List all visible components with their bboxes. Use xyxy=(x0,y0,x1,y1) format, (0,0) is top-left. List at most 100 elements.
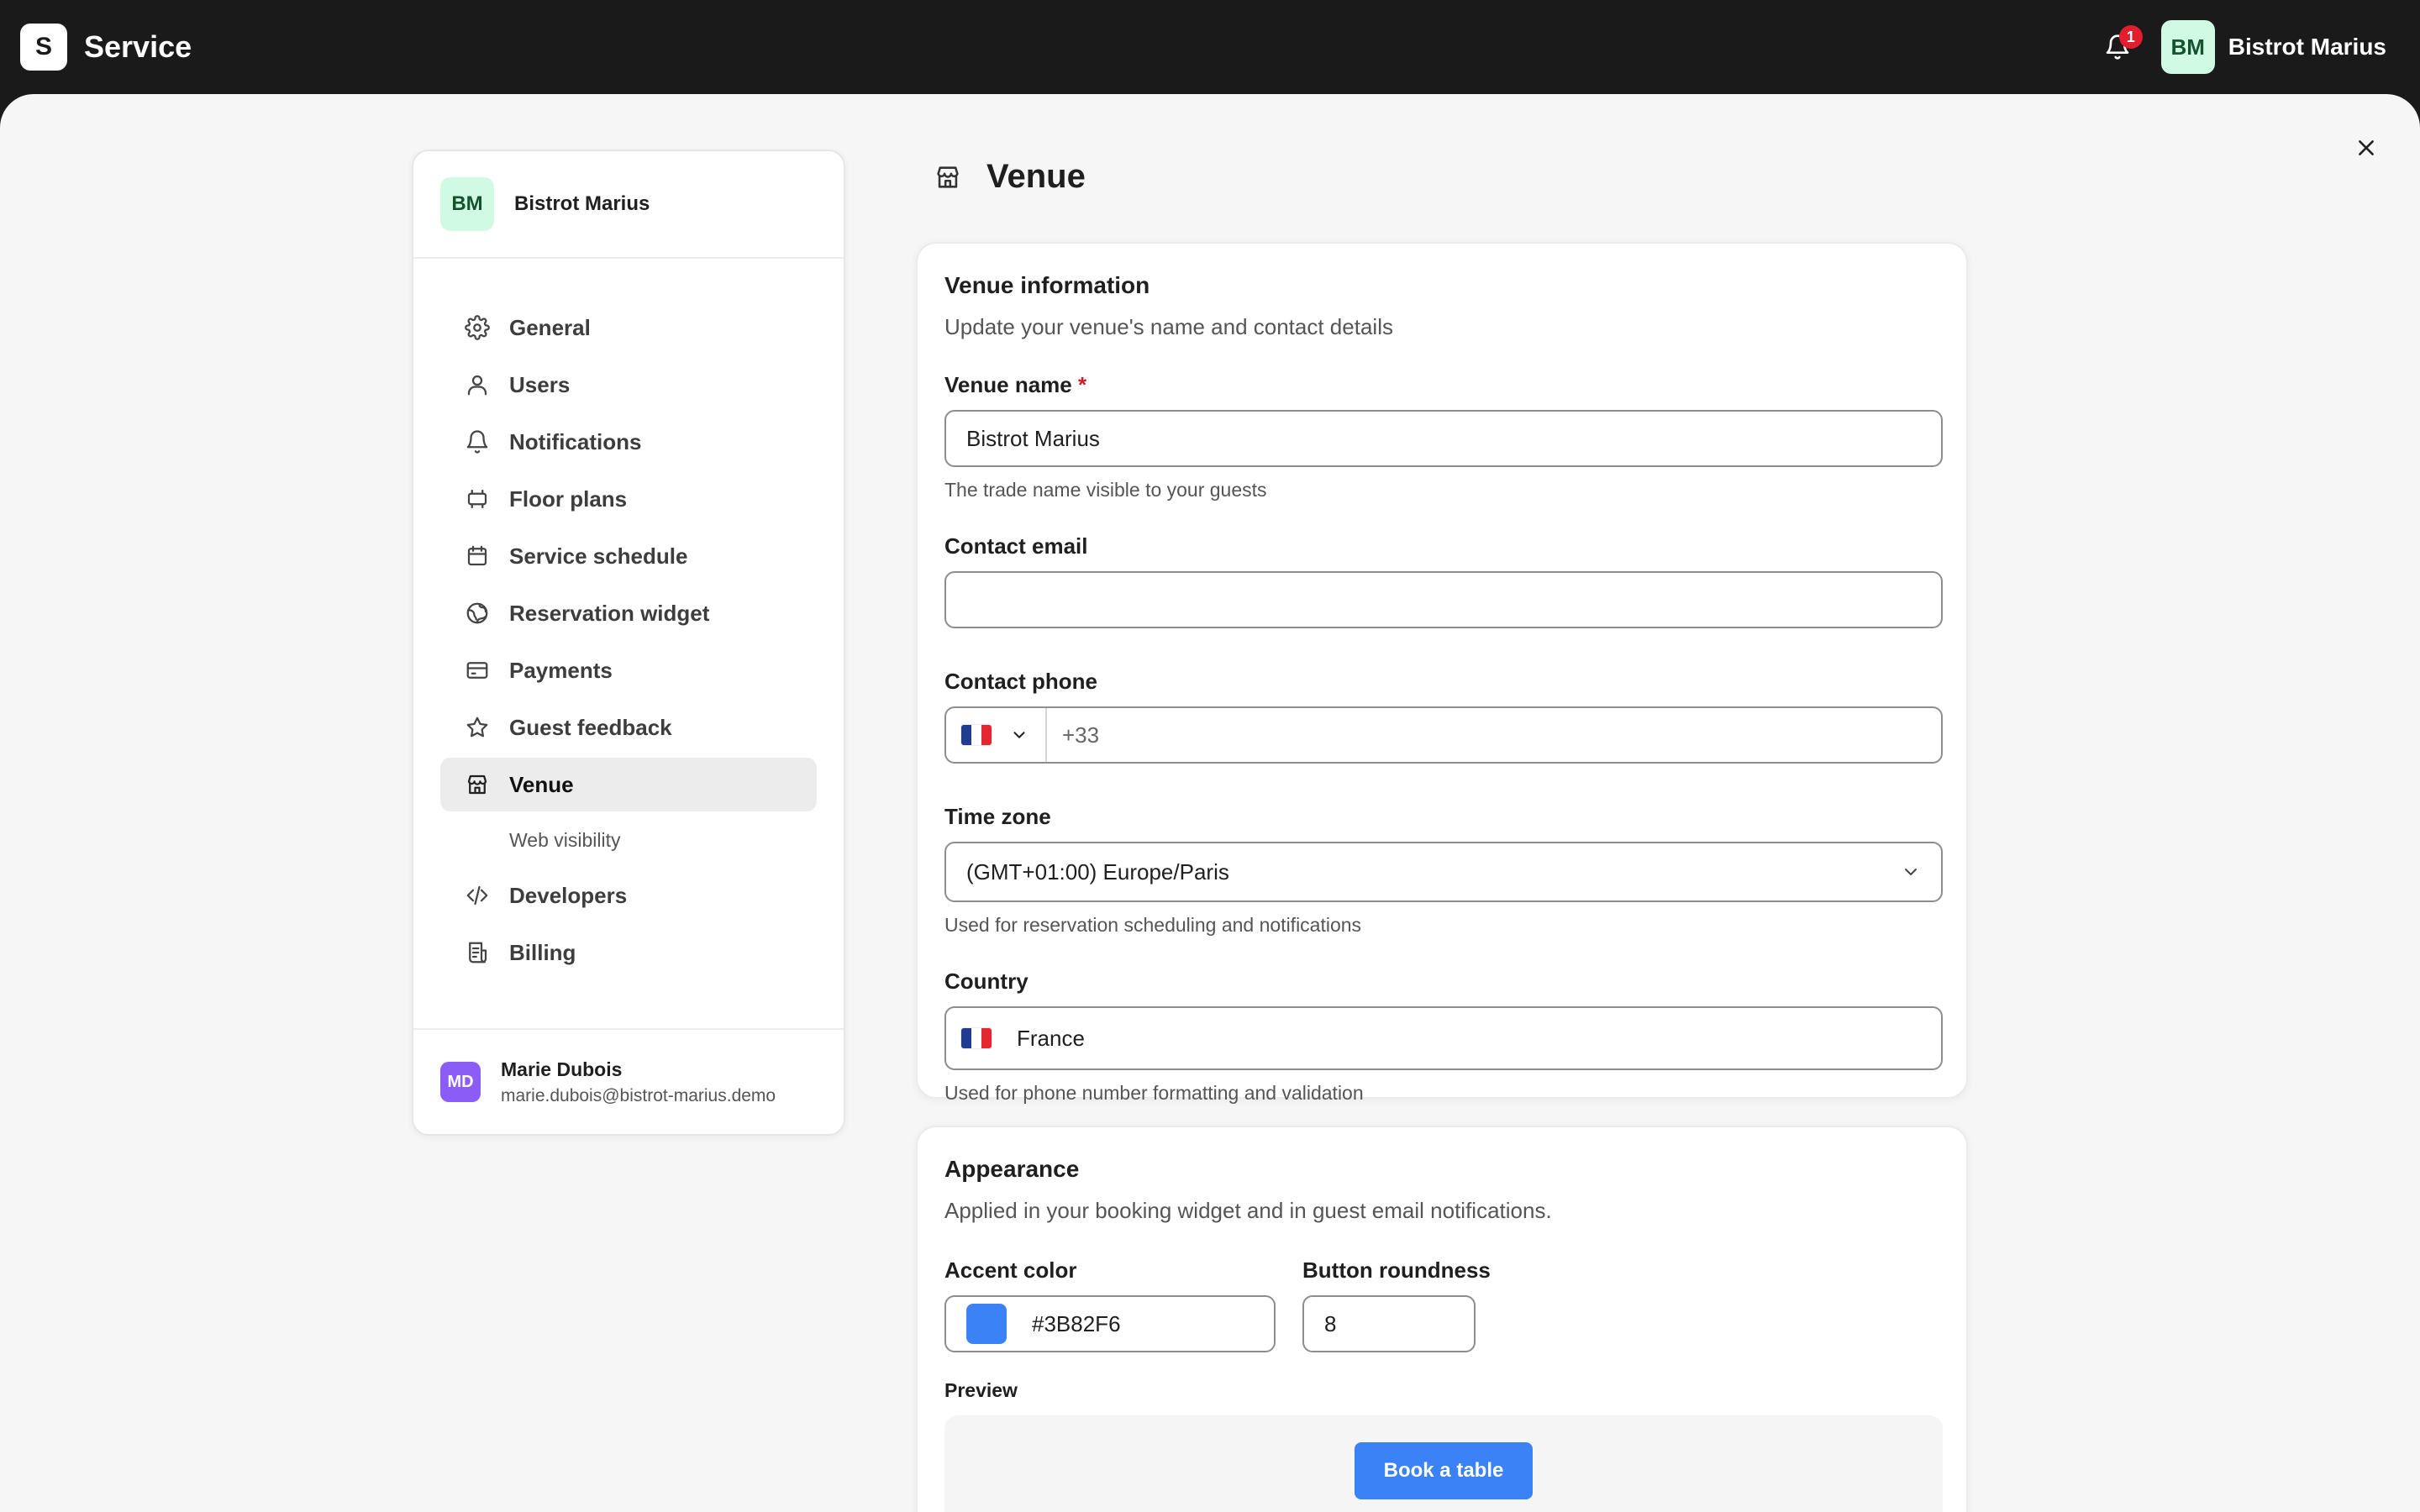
venue-name-field-group: Venue name * Bistrot Marius The trade na… xyxy=(944,372,1943,501)
venue-name-label-text: Venue name xyxy=(944,372,1072,397)
sidebar-item-service-schedule[interactable]: Service schedule xyxy=(440,529,817,583)
sidebar-item-reservation-widget[interactable]: Reservation widget xyxy=(440,586,817,640)
store-icon xyxy=(464,771,491,798)
top-bar: S Service 1 BM Bistrot Marius xyxy=(0,0,2420,94)
sidebar-item-general[interactable]: General xyxy=(440,301,817,354)
app-name: Service xyxy=(84,29,192,64)
required-mark: * xyxy=(1077,372,1087,397)
country-help: Used for phone number formatting and val… xyxy=(944,1082,1364,1104)
card-subtitle: Update your venue's name and contact det… xyxy=(944,314,1393,339)
phone-country-selector[interactable] xyxy=(961,708,1047,762)
settings-sidebar: BM Bistrot Marius General Users Notifica… xyxy=(412,150,845,1136)
book-a-table-button[interactable]: Book a table xyxy=(1355,1442,1533,1499)
user-name: Marie Dubois xyxy=(501,1058,623,1080)
close-icon xyxy=(2355,137,2377,159)
country-field-group: Country France Used for phone number for… xyxy=(944,969,1943,1105)
page-title: Venue xyxy=(986,158,1086,195)
sidebar-header: BM Bistrot Marius xyxy=(413,151,844,259)
app-logo[interactable]: S xyxy=(20,24,67,71)
topbar-right: 1 BM Bistrot Marius xyxy=(2094,20,2386,74)
sidebar-item-floor-plans[interactable]: Floor plans xyxy=(440,472,817,526)
accent-color-input[interactable]: #3B82F6 xyxy=(944,1295,1276,1352)
notifications-button[interactable]: 1 xyxy=(2094,24,2143,71)
contact-phone-field-group: Contact phone +33 xyxy=(944,669,1943,764)
settings-sheet: BM Bistrot Marius General Users Notifica… xyxy=(0,94,2420,1512)
venue-information-card: Venue information Update your venue's na… xyxy=(916,242,1968,1104)
time-zone-help: Used for reservation scheduling and noti… xyxy=(944,914,1362,936)
sidebar-item-label: Developers xyxy=(509,882,628,908)
france-flag-icon xyxy=(961,725,992,745)
calendar-icon xyxy=(464,543,491,570)
venue-name-value: Bistrot Marius xyxy=(966,425,1100,451)
floor-plan-icon xyxy=(464,486,491,512)
button-roundness-label: Button roundness xyxy=(1302,1257,1491,1283)
sidebar-item-label: Users xyxy=(509,371,571,397)
sidebar-item-label: Notifications xyxy=(509,428,642,454)
sidebar-item-label: Payments xyxy=(509,657,613,683)
star-icon xyxy=(464,714,491,741)
close-button[interactable] xyxy=(2346,128,2386,168)
button-roundness-value: 8 xyxy=(1324,1310,1337,1336)
appearance-card: Appearance Applied in your booking widge… xyxy=(916,1126,1968,1512)
sidebar-venue-name: Bistrot Marius xyxy=(514,192,650,215)
globe-icon xyxy=(464,600,491,627)
button-roundness-input[interactable]: 8 xyxy=(1302,1295,1476,1352)
accent-color-value: #3B82F6 xyxy=(1032,1310,1121,1336)
venue-name-label: Venue name * xyxy=(944,372,1939,398)
card-subtitle: Applied in your booking widget and in gu… xyxy=(944,1198,1552,1223)
user-email: marie.dubois@bistrot-marius.demo xyxy=(501,1085,776,1105)
code-icon xyxy=(464,882,491,909)
accent-color-label: Accent color xyxy=(944,1257,1077,1283)
sidebar-item-developers[interactable]: Developers xyxy=(440,869,817,922)
time-zone-label: Time zone xyxy=(944,804,1051,829)
country-select[interactable]: France xyxy=(944,1006,1943,1070)
notification-count-badge: 1 xyxy=(2118,25,2143,49)
sidebar-item-venue[interactable]: Venue xyxy=(440,758,817,811)
page-header: Venue xyxy=(931,158,1086,196)
time-zone-select[interactable]: (GMT+01:00) Europe/Paris xyxy=(944,842,1943,902)
preview-box: Book a table xyxy=(944,1415,1943,1512)
contact-email-label: Contact email xyxy=(944,533,1088,559)
time-zone-value: (GMT+01:00) Europe/Paris xyxy=(966,858,1229,885)
sidebar-item-users[interactable]: Users xyxy=(440,358,817,412)
receipt-icon xyxy=(464,939,491,966)
store-icon xyxy=(931,160,965,194)
accent-color-swatch[interactable] xyxy=(966,1304,1007,1344)
user-info: Marie Dubois marie.dubois@bistrot-marius… xyxy=(501,1058,776,1106)
contact-email-input[interactable] xyxy=(944,571,1943,628)
sidebar-item-guest-feedback[interactable]: Guest feedback xyxy=(440,701,817,754)
venue-name-help: The trade name visible to your guests xyxy=(944,479,1267,501)
card-title: Venue information xyxy=(944,272,1150,298)
chevron-down-icon xyxy=(1010,726,1028,744)
sidebar-item-label: General xyxy=(509,314,591,340)
appearance-fields-row: Accent color #3B82F6 Button roundness 8 xyxy=(944,1257,1939,1352)
sidebar-item-label: Venue xyxy=(509,771,574,797)
sidebar-item-label: Billing xyxy=(509,939,576,965)
sidebar-item-label: Floor plans xyxy=(509,486,628,512)
sidebar-item-label: Guest feedback xyxy=(509,714,672,740)
sidebar-item-payments[interactable]: Payments xyxy=(440,643,817,697)
accent-color-field-group: Accent color #3B82F6 xyxy=(944,1257,1276,1352)
contact-phone-label: Contact phone xyxy=(944,669,1097,694)
country-label: Country xyxy=(944,969,1028,994)
preview-label: Preview xyxy=(944,1379,1018,1401)
venue-switcher-label[interactable]: Bistrot Marius xyxy=(2228,34,2386,60)
sidebar-subitem-web-visibility[interactable]: Web visibility xyxy=(440,815,817,865)
settings-nav: General Users Notifications Floor plans … xyxy=(413,259,844,979)
sidebar-item-label: Service schedule xyxy=(509,543,688,569)
venue-avatar[interactable]: BM xyxy=(2160,20,2215,74)
user-icon xyxy=(464,371,491,398)
sidebar-item-label: Reservation widget xyxy=(509,600,710,626)
current-user[interactable]: MD Marie Dubois marie.dubois@bistrot-mar… xyxy=(413,1028,844,1134)
contact-phone-input[interactable]: +33 xyxy=(944,706,1943,764)
sidebar-item-billing[interactable]: Billing xyxy=(440,926,817,979)
button-roundness-field-group: Button roundness 8 xyxy=(1302,1257,1491,1352)
time-zone-field-group: Time zone (GMT+01:00) Europe/Paris Used … xyxy=(944,804,1943,937)
chevron-down-icon xyxy=(1901,862,1921,882)
country-value: France xyxy=(1017,1025,1085,1051)
contact-email-field-group: Contact email xyxy=(944,533,1943,628)
sidebar-item-notifications[interactable]: Notifications xyxy=(440,415,817,469)
card-title: Appearance xyxy=(944,1156,1080,1182)
france-flag-icon xyxy=(961,1028,992,1048)
venue-name-input[interactable]: Bistrot Marius xyxy=(944,410,1943,467)
